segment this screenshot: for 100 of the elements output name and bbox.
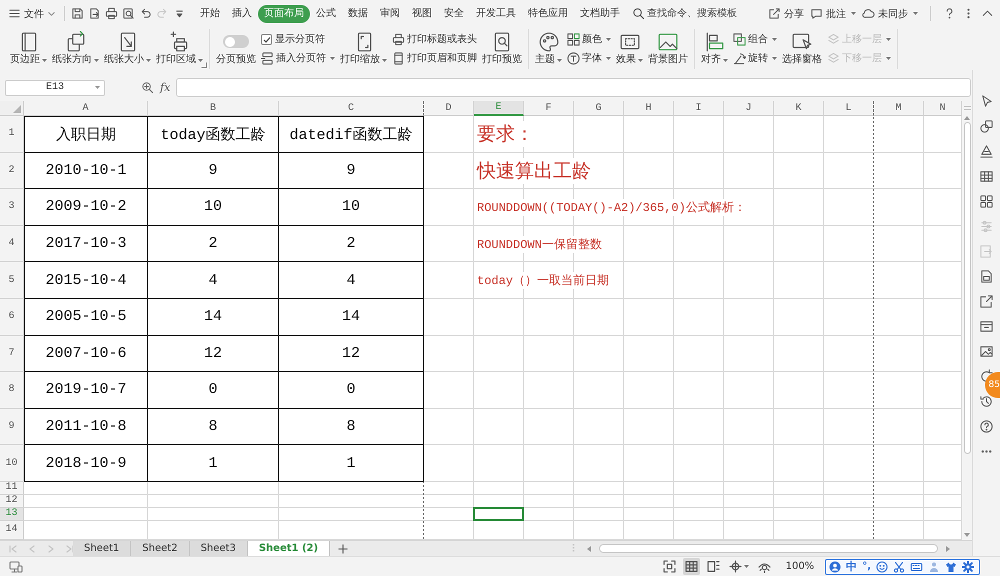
row-header[interactable]: 7: [0, 336, 24, 372]
ribbon-button[interactable]: 对齐: [699, 29, 730, 69]
user-icon[interactable]: [829, 560, 842, 572]
column-header[interactable]: A: [24, 101, 148, 116]
sheet-tab[interactable]: Sheet1: [73, 541, 132, 556]
formula-input[interactable]: [176, 78, 971, 97]
column-header[interactable]: K: [774, 101, 824, 116]
menu-tab[interactable]: 安全: [438, 4, 470, 22]
share-icon[interactable]: [979, 294, 994, 309]
print-preview-icon[interactable]: [122, 7, 135, 20]
ribbon-button[interactable]: 打印缩放: [338, 29, 389, 69]
grip-icon[interactable]: [964, 106, 970, 110]
scroll-down-icon[interactable]: [964, 533, 970, 537]
row-header[interactable]: 1: [0, 116, 24, 153]
document-picture-icon[interactable]: [979, 269, 994, 284]
table-icon[interactable]: [979, 169, 994, 184]
ribbon-button[interactable]: 颜色: [567, 33, 611, 46]
settings-icon[interactable]: [962, 560, 974, 572]
row-header[interactable]: 9: [0, 408, 24, 446]
triangle-icon[interactable]: [979, 144, 994, 159]
sheet-tab[interactable]: Sheet3: [190, 541, 248, 556]
toggle-button[interactable]: 分页预览: [214, 29, 258, 69]
view-button[interactable]: [726, 558, 751, 575]
menu-tab[interactable]: 审阅: [374, 4, 406, 22]
row-header[interactable]: 4: [0, 226, 24, 262]
column-header[interactable]: D: [424, 101, 474, 116]
shirt-icon[interactable]: [945, 560, 957, 572]
scroll-up-icon[interactable]: [964, 116, 970, 120]
printer-icon[interactable]: [105, 7, 118, 20]
column-header[interactable]: L: [824, 101, 874, 116]
ribbon-button[interactable]: 选择窗格: [780, 29, 824, 69]
ribbon-button[interactable]: 打印区域: [154, 29, 205, 69]
ribbon-button[interactable]: 打印标题或表头: [392, 33, 477, 46]
ribbon-button[interactable]: 效果: [614, 29, 645, 69]
selected-cell[interactable]: [473, 506, 524, 521]
zoom-level[interactable]: 100%: [786, 561, 814, 572]
ribbon-button[interactable]: 打印预览: [480, 29, 524, 69]
plus-icon[interactable]: [338, 544, 348, 554]
toolbar-button[interactable]: 分享: [768, 6, 804, 20]
row-header[interactable]: 12: [0, 494, 24, 508]
row-header[interactable]: 11: [0, 482, 24, 495]
search-field[interactable]: 查找命令、搜索模板: [647, 8, 741, 19]
toolbar-button[interactable]: 批注: [810, 6, 856, 20]
menu-tab[interactable]: 开始: [194, 4, 226, 22]
history-icon[interactable]: [979, 394, 994, 409]
row-header[interactable]: 8: [0, 372, 24, 409]
ribbon-button[interactable]: 纸张方向: [50, 29, 101, 69]
grip-icon[interactable]: [572, 544, 575, 553]
menu-tab[interactable]: 开发工具: [470, 4, 522, 22]
scrollbar-thumb[interactable]: [964, 122, 970, 454]
ribbon-button[interactable]: 打印页眉和页脚: [392, 52, 477, 65]
archive-icon[interactable]: [979, 319, 994, 334]
column-header[interactable]: B: [148, 101, 279, 116]
row-header[interactable]: 5: [0, 262, 24, 299]
ribbon-button[interactable]: 组合: [733, 33, 777, 46]
sheet-tab[interactable]: Sheet1 (2): [248, 541, 330, 556]
shapes-icon[interactable]: [979, 119, 994, 134]
ribbon-button[interactable]: 页边距: [8, 29, 49, 69]
menu-tab[interactable]: 插入: [226, 4, 258, 22]
column-header[interactable]: F: [524, 101, 574, 116]
view-button[interactable]: [660, 558, 678, 575]
view-button[interactable]: [704, 558, 722, 575]
sheet-tab[interactable]: Sheet2: [131, 541, 190, 556]
ribbon-button[interactable]: 旋转: [733, 52, 777, 65]
row-header[interactable]: 2: [0, 152, 24, 190]
help-icon[interactable]: [979, 419, 994, 434]
checkbox[interactable]: [261, 34, 272, 45]
menu-tab[interactable]: 公式: [310, 4, 342, 22]
undo-icon[interactable]: [139, 7, 152, 20]
menu-tab[interactable]: 文档助手: [574, 4, 626, 22]
save-icon[interactable]: [71, 7, 84, 20]
column-header[interactable]: G: [574, 101, 624, 116]
ribbon-button[interactable]: 纸张大小: [102, 29, 153, 69]
ribbon-button[interactable]: 字体: [567, 52, 611, 65]
keyboard-icon[interactable]: [910, 560, 923, 572]
menu-tab[interactable]: 视图: [406, 4, 438, 22]
column-header[interactable]: C: [279, 101, 424, 116]
ribbon-button[interactable]: 背景图片: [646, 29, 690, 69]
toolbar-button[interactable]: 未同步: [862, 6, 918, 20]
name-box-field[interactable]: E13: [5, 80, 105, 96]
document-arrow-icon[interactable]: [88, 7, 101, 20]
zoom-icon[interactable]: [141, 81, 154, 94]
smiley-icon[interactable]: [876, 560, 888, 572]
view-button[interactable]: [682, 558, 700, 575]
column-header[interactable]: M: [874, 101, 924, 116]
function-label[interactable]: fx: [160, 81, 170, 94]
column-header[interactable]: I: [674, 101, 724, 116]
punctuation-mode-label[interactable]: °,: [862, 561, 871, 572]
checkbox-option[interactable]: 显示分页符: [261, 33, 335, 46]
column-header[interactable]: N: [924, 101, 962, 116]
file-menu-button[interactable]: 文件: [6, 4, 58, 22]
row-header[interactable]: 10: [0, 445, 24, 482]
grid-icon[interactable]: [979, 194, 994, 209]
menu-tab[interactable]: 数据: [342, 4, 374, 22]
row-header[interactable]: 3: [0, 189, 24, 226]
scrollbar-thumb[interactable]: [599, 544, 938, 553]
menu-tab[interactable]: 特色应用: [522, 4, 574, 22]
column-header[interactable]: J: [724, 101, 774, 116]
scissors-icon[interactable]: [893, 560, 905, 572]
column-header[interactable]: H: [624, 101, 674, 116]
